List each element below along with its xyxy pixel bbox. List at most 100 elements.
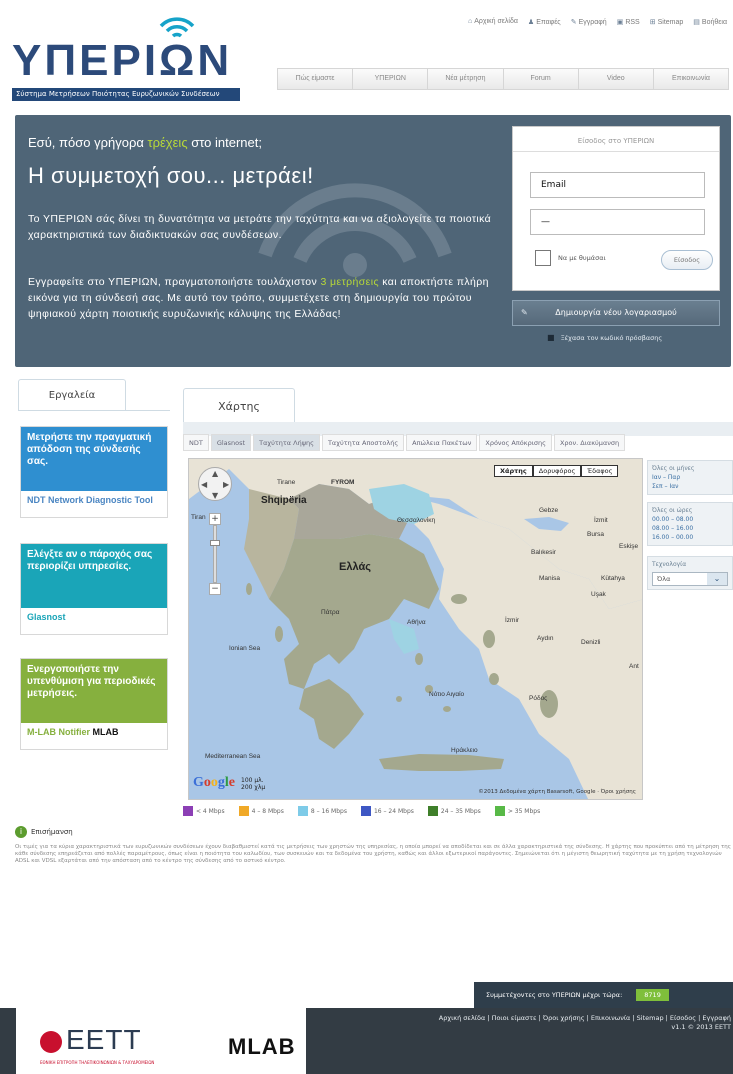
map-view[interactable]: Χάρτης Δορυφόρος Έδαφος ▲ ▼ ◀ ▶ + − Shqi… <box>188 458 643 800</box>
forgot-password-link[interactable]: ■ Ξέχασα τον κωδικό πρόσβασης <box>547 333 662 342</box>
month-range-2[interactable]: Σεπ – Ιαν <box>652 482 728 491</box>
tool-notifier-heading: Ενεργοποιήστε την υπενθύμιση για περιοδι… <box>21 659 167 723</box>
nav-item-yperion[interactable]: ΥΠΕΡΙΩΝ <box>353 69 429 89</box>
hero-paragraph-2: Εγγραφείτε στο ΥΠΕΡΙΩΝ, πραγματοποιήστε … <box>28 276 489 320</box>
footer-links[interactable]: Αρχική σελίδα | Ποιοι είμαστε | Όροι χρή… <box>439 1014 731 1032</box>
map-label-aydin: Aydın <box>537 635 554 642</box>
top-link-home[interactable]: ⌂ Αρχική σελίδα <box>468 18 518 26</box>
hour-range-1[interactable]: 00.00 – 08.00 <box>652 515 728 524</box>
legend-item: > 35 Mbps <box>494 806 540 816</box>
map-type-map[interactable]: Χάρτης <box>494 465 533 477</box>
tool-ndt-heading: Μετρήστε την πραγματική απόδοση της σύνδ… <box>21 427 167 491</box>
arrow-left-icon[interactable]: ◀ <box>201 480 207 489</box>
tool-ndt-link[interactable]: NDT Network Diagnostic Tool <box>21 491 167 509</box>
map-copyright[interactable]: ©2013 Δεδομένα χάρτη Basarsoft, Google ·… <box>478 789 636 795</box>
map-label-usak: Uşak <box>591 591 606 598</box>
tool-glasnost[interactable]: Ελέγξτε αν ο πάροχός σας περιορίζει υπηρ… <box>20 543 168 635</box>
sitemap-icon: ⊞ <box>649 19 656 26</box>
arrow-right-icon[interactable]: ▶ <box>223 480 229 489</box>
hero-question: Εσύ, πόσο γρήγορα τρέχεις στο internet; <box>28 135 262 150</box>
zoom-slider[interactable] <box>210 525 220 583</box>
zoom-control: + − <box>209 513 221 603</box>
main-nav: Πώς είμαστε ΥΠΕΡΙΩΝ Νέα μέτρηση Forum Vi… <box>277 68 729 90</box>
tool-notifier-link[interactable]: M-LAB Notifier MLAB <box>21 723 167 741</box>
filter-glasnost[interactable]: Glasnost <box>210 434 252 451</box>
logo[interactable]: ΥΠΕΡΙΩΝ Σύστημα Μετρήσεων Ποιότητας Ευρυ… <box>12 8 242 101</box>
top-link-rss[interactable]: ▣ RSS <box>617 18 640 26</box>
pen-icon: ✎ <box>521 308 528 317</box>
month-range-1[interactable]: Ιαν – Παρ <box>652 473 728 482</box>
pan-control[interactable]: ▲ ▼ ◀ ▶ <box>198 467 232 501</box>
footer-logos: EETT ΕΘΝΙΚΗ ΕΠΙΤΡΟΠΗ ΤΗΛΕΠΙΚΟΙΝΩΝΙΩΝ & Τ… <box>16 1008 306 1074</box>
remember-checkbox[interactable] <box>535 250 551 266</box>
tab-tools[interactable]: Εργαλεία <box>18 379 126 411</box>
tab-map[interactable]: Χάρτης <box>183 388 295 423</box>
map-type-satellite[interactable]: Δορυφόρος <box>532 465 582 477</box>
map-scale: 100 μλ. 200 χλμ <box>241 777 266 791</box>
nav-item-about[interactable]: Πώς είμαστε <box>278 69 354 89</box>
top-link-sitemap[interactable]: ⊞ Sitemap <box>650 18 684 26</box>
nav-item-contact[interactable]: Επικοινωνία <box>654 69 728 89</box>
hero-paragraph-1: Το ΥΠΕΡΙΩΝ σάς δίνει τη δυνατότητα να με… <box>28 213 492 241</box>
tool-mlab-notifier[interactable]: Ενεργοποιήστε την υπενθύμιση για περιοδι… <box>20 658 168 750</box>
map-label-gebze: Gebze <box>539 507 559 514</box>
top-link-contacts[interactable]: ♟ Επαφές <box>528 18 561 26</box>
logo-text: ΥΠΕΡΙΩΝ <box>12 36 233 85</box>
zoom-out-button[interactable]: − <box>209 583 221 595</box>
nav-item-forum[interactable]: Forum <box>504 69 579 89</box>
map-label-kutahya: Kütahya <box>601 575 625 582</box>
user-icon: ♟ <box>527 19 535 26</box>
filter-packet-loss[interactable]: Απώλεια Πακέτων <box>406 434 478 451</box>
arrow-up-icon[interactable]: ▲ <box>212 469 218 478</box>
login-button[interactable]: Είσοδος <box>661 250 713 270</box>
measurements-link[interactable]: 3 μετρήσεις <box>321 276 379 288</box>
map-label-south-aegean: Νότιο Αιγαίο <box>429 691 465 698</box>
map-label-izmir: İzmir <box>505 617 520 624</box>
eett-subtitle: ΕΘΝΙΚΗ ΕΠΙΤΡΟΠΗ ΤΗΛΕΠΙΚΟΙΝΩΝΙΩΝ & ΤΑΧΥΔΡ… <box>40 1060 155 1065</box>
zoom-in-button[interactable]: + <box>209 513 221 525</box>
tool-glasnost-link[interactable]: Glasnost <box>21 608 167 626</box>
divider <box>18 410 170 411</box>
filter-ndt[interactable]: NDT <box>183 434 209 451</box>
zoom-slider-handle[interactable] <box>210 540 220 546</box>
arrow-down-icon[interactable]: ▼ <box>212 491 218 500</box>
map-label-denizli: Denizli <box>581 639 601 646</box>
hour-range-2[interactable]: 08.00 – 16.00 <box>652 524 728 533</box>
speed-legend: < 4 Mbps 4 – 8 Mbps 8 – 16 Mbps 16 – 24 … <box>183 806 540 816</box>
top-link-help[interactable]: ▤ Βοήθεια <box>693 18 727 26</box>
filter-jitter[interactable]: Χρον. Διακύμανση <box>553 434 626 451</box>
create-account-button[interactable]: ✎ Δημιουργία νέου λογαριασμού <box>512 300 720 326</box>
tool-glasnost-heading: Ελέγξτε αν ο πάροχός σας περιορίζει υπηρ… <box>21 544 167 608</box>
email-field[interactable]: Email <box>530 172 705 198</box>
top-links: ⌂ Αρχική σελίδα ♟ Επαφές ✎ Εγγραφή ▣ RSS ⊞ Si… <box>468 18 727 26</box>
map-label-thessaloniki: Θεσσαλονίκη <box>397 517 436 524</box>
info-icon: i <box>15 826 27 838</box>
legend-item: 4 – 8 Mbps <box>238 806 284 816</box>
mlab-logo[interactable]: MLAB <box>228 1034 296 1060</box>
hour-range-3[interactable]: 16.00 – 00.00 <box>652 533 728 542</box>
map-type-switch: Χάρτης Δορυφόρος Έδαφος <box>494 465 619 477</box>
filter-latency[interactable]: Χρόνος Απόκρισης <box>479 434 552 451</box>
notice-text: Οι τιμές για τα κύρια χαρακτηριστικά των… <box>15 844 731 864</box>
logo-subtitle: Σύστημα Μετρήσεων Ποιότητας Ευρυζωνικών … <box>12 88 240 101</box>
map-label-bursa: Bursa <box>587 531 604 538</box>
nav-item-new-measurement[interactable]: Νέα μέτρηση <box>428 69 504 89</box>
wifi-watermark-icon <box>258 183 452 277</box>
map-panel: Χάρτης NDT Glasnost Ταχύτητα Λήψης Ταχύτ… <box>183 388 733 826</box>
participants-count: 8719 <box>636 989 669 1001</box>
legend-item: 8 – 16 Mbps <box>297 806 347 816</box>
map-label-tirane: Tirane <box>277 479 296 486</box>
top-link-register[interactable]: ✎ Εγγραφή <box>571 18 607 26</box>
nav-item-video[interactable]: Video <box>579 69 654 89</box>
map-label-mediterranean: Mediterranean Sea <box>205 753 261 760</box>
map-type-terrain[interactable]: Έδαφος <box>581 465 619 477</box>
technology-select[interactable]: Όλα ⌄ <box>652 572 728 586</box>
eett-logo[interactable]: EETT <box>40 1024 142 1056</box>
filter-download[interactable]: Ταχύτητα Λήψης <box>253 434 320 451</box>
password-field[interactable]: — <box>530 209 705 235</box>
tool-ndt[interactable]: Μετρήστε την πραγματική απόδοση της σύνδ… <box>20 426 168 518</box>
filter-upload[interactable]: Ταχύτητα Αποστολής <box>321 434 405 451</box>
legend-item: < 4 Mbps <box>183 806 225 816</box>
eett-emblem-icon <box>40 1030 62 1053</box>
map-label-balikesir: Balıkesir <box>531 549 556 556</box>
